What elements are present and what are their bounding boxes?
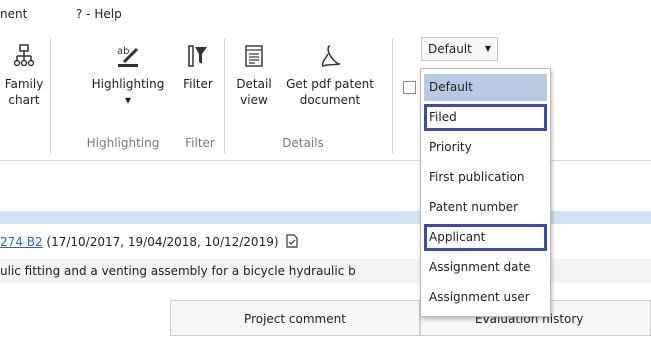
family-chart-icon: [13, 44, 35, 67]
patent-number-link[interactable]: 274 B2: [0, 235, 43, 249]
highlighter-icon: ab: [117, 46, 139, 67]
sort-option-priority[interactable]: Priority: [424, 134, 547, 161]
family-chart-label-2: chart: [8, 93, 40, 107]
family-chart-button[interactable]: Family chart: [2, 44, 46, 108]
highlighting-button[interactable]: ab Highlighting ▾: [88, 44, 168, 108]
svg-text:ab: ab: [117, 46, 129, 57]
group-label-details: Details: [282, 136, 324, 150]
menu-bar: nent ? - Help: [0, 0, 651, 26]
get-pdf-label-1: Get pdf patent: [286, 77, 374, 91]
family-chart-label-1: Family: [4, 77, 44, 91]
get-pdf-label-2: document: [299, 93, 361, 107]
group-label-highlighting: Highlighting: [86, 136, 160, 150]
menu-item-help[interactable]: ? - Help: [76, 7, 122, 21]
sort-option-default[interactable]: Default: [424, 74, 547, 101]
document-check-icon[interactable]: [285, 234, 299, 248]
sort-option-filed[interactable]: Filed: [424, 104, 547, 131]
patent-title-line: 274 B2 (17/10/2017, 19/04/2018, 10/12/20…: [0, 234, 299, 249]
sort-option-assignment-user[interactable]: Assignment user: [424, 284, 547, 311]
sort-option-first-publication[interactable]: First publication: [424, 164, 547, 191]
filter-button[interactable]: Filter: [176, 44, 220, 92]
group-label-filter: Filter: [185, 136, 215, 150]
detail-tabs: Project comment Evaluation history: [0, 300, 651, 336]
patent-description: ulic fitting and a venting assembly for …: [0, 264, 356, 278]
detail-view-label-1: Detail: [236, 77, 272, 91]
menu-item-partial[interactable]: nent: [0, 7, 27, 21]
chevron-down-icon: ▾: [124, 93, 132, 107]
sort-order-value: Default: [428, 42, 472, 56]
detail-view-label-2: view: [240, 93, 268, 107]
tab-project-comment[interactable]: Project comment: [170, 300, 420, 336]
option-checkbox[interactable]: [403, 81, 416, 94]
filter-icon: [188, 45, 207, 67]
chevron-down-icon: ▼: [484, 44, 491, 53]
detail-view-icon: [245, 45, 263, 67]
results-header-band: [0, 211, 651, 224]
sort-option-patent-number[interactable]: Patent number: [424, 194, 547, 221]
sort-option-applicant[interactable]: Applicant: [424, 224, 547, 251]
patent-description-row: ulic fitting and a venting assembly for …: [0, 259, 651, 283]
sort-option-assignment-date[interactable]: Assignment date: [424, 254, 547, 281]
ribbon: Family chart ab Highlighting ▾ Filter De…: [0, 26, 651, 161]
get-pdf-button[interactable]: Get pdf patent document: [282, 44, 378, 108]
ribbon-separator: [392, 38, 393, 154]
detail-view-button[interactable]: Detail view: [229, 44, 279, 108]
patent-dates: (17/10/2017, 19/04/2018, 10/12/2019): [42, 235, 279, 249]
pdf-icon: [321, 45, 342, 67]
sort-order-select[interactable]: Default ▼: [421, 37, 498, 61]
sort-order-dropdown: Default Filed Priority First publication…: [420, 68, 551, 317]
ribbon-separator: [50, 38, 51, 154]
filter-label: Filter: [183, 77, 213, 91]
highlighting-label: Highlighting: [91, 77, 165, 91]
ribbon-separator: [224, 38, 225, 154]
